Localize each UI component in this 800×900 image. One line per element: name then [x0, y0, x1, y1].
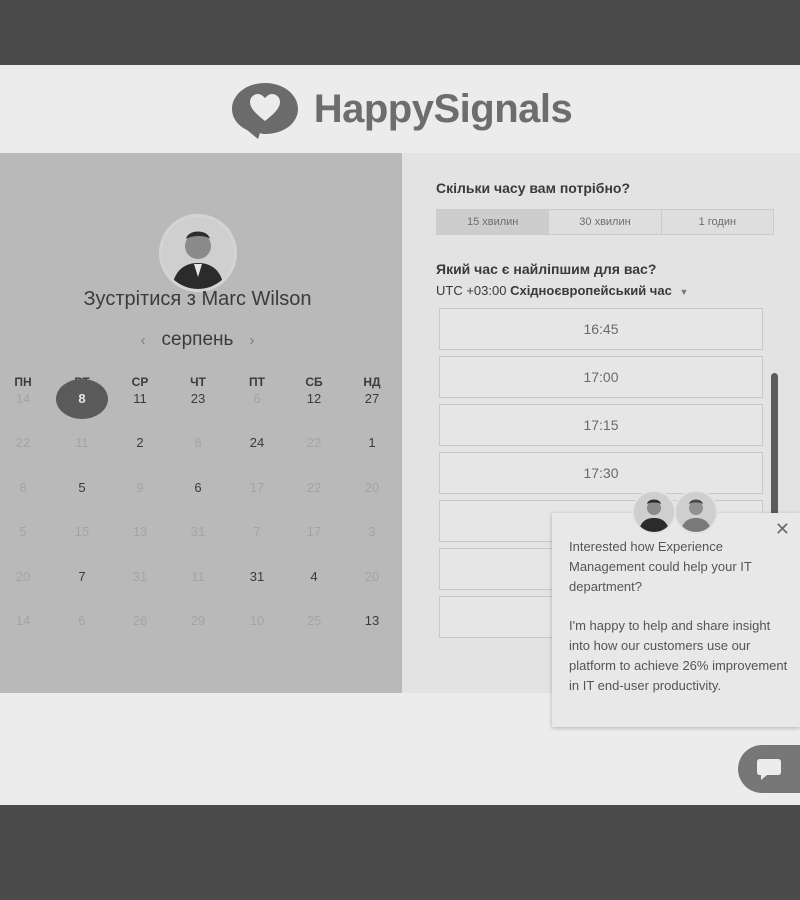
calendar-day: 31: [190, 524, 206, 539]
calendar-day: 20: [364, 569, 380, 584]
chevron-right-icon[interactable]: ›: [249, 332, 254, 349]
month-label: серпень: [161, 329, 234, 350]
calendar-day: 10: [249, 613, 265, 628]
agent-avatar-2: [674, 490, 718, 534]
calendar-day: 17: [306, 524, 322, 539]
weekday-header: ЧТ: [190, 375, 206, 389]
calendar-day[interactable]: 11: [120, 391, 160, 407]
calendar-day: 22: [306, 480, 322, 495]
calendar-day[interactable]: 6: [178, 480, 218, 496]
calendar-day[interactable]: 13: [352, 613, 392, 629]
page: HappySignals Зустрітися з Marc Wilson ‹ …: [0, 65, 800, 805]
calendar-day[interactable]: 5: [62, 480, 102, 496]
calendar-day: 20: [364, 480, 380, 495]
person-icon: [162, 217, 234, 289]
weekday-header: СБ: [305, 375, 323, 389]
timezone-offset: UTC +03:00: [436, 283, 507, 298]
time-slot-button[interactable]: 17:15: [439, 404, 763, 446]
agent-avatars: [632, 490, 722, 534]
weekday-header: ПТ: [249, 375, 265, 389]
time-slot-button[interactable]: 17:30: [439, 452, 763, 494]
calendar-day[interactable]: 2: [120, 435, 160, 451]
popup-message: Interested how Experience Management cou…: [569, 537, 791, 695]
heart-speech-bubble-icon: [231, 83, 298, 139]
calendar-day-selected[interactable]: 8: [62, 391, 102, 407]
calendar-day: 14: [15, 613, 31, 628]
header: HappySignals: [0, 65, 800, 153]
chat-launcher-button[interactable]: [738, 745, 800, 793]
host-title: Зустрітися з Marc Wilson: [83, 288, 312, 310]
duration-option[interactable]: 1 годин: [662, 210, 773, 234]
agent-avatar-1: [632, 490, 676, 534]
calendar-day: 9: [136, 480, 144, 495]
calendar-day[interactable]: 7: [62, 569, 102, 585]
weekday-header: НД: [363, 375, 381, 389]
time-slot-button[interactable]: 17:00: [439, 356, 763, 398]
calendar-day: 20: [15, 569, 31, 584]
time-question: Який час є найліпшим для вас?: [436, 261, 657, 277]
calendar-day: 8: [19, 480, 27, 495]
duration-option[interactable]: 15 хвилин: [437, 210, 550, 234]
calendar-day[interactable]: 24: [237, 435, 277, 451]
calendar-day[interactable]: 31: [237, 569, 277, 585]
calendar-day: 6: [78, 613, 86, 628]
timezone-name: Східноєвропейський час: [510, 283, 672, 298]
duration-question: Скільки часу вам потрібно?: [436, 180, 631, 196]
duration-option[interactable]: 30 хвилин: [549, 210, 662, 234]
calendar-day: 6: [253, 391, 261, 406]
calendar-day: 29: [190, 613, 206, 628]
duration-selector: 15 хвилин 30 хвилин 1 годин: [436, 209, 774, 235]
calendar-day[interactable]: 4: [294, 569, 334, 585]
person-icon: [676, 492, 716, 532]
calendar-day[interactable]: 27: [352, 391, 392, 407]
chevron-left-icon[interactable]: ‹: [141, 332, 146, 349]
time-slot-button[interactable]: 16:45: [439, 308, 763, 350]
calendar-day: 11: [191, 569, 205, 584]
calendar-day: 5: [19, 524, 27, 539]
calendar-day: 8: [194, 435, 202, 450]
brand-logo[interactable]: HappySignals: [228, 77, 573, 141]
calendar-day: 22: [15, 435, 31, 450]
brand-name: HappySignals: [313, 86, 573, 131]
weekday-header: ПН: [14, 375, 32, 389]
weekday-header: СР: [131, 375, 149, 389]
calendar-day: 15: [74, 524, 90, 539]
calendar-day: 17: [249, 480, 265, 495]
calendar-day: 26: [132, 613, 148, 628]
calendar-day: 7: [253, 524, 261, 539]
calendar-day: 14: [15, 391, 31, 406]
popup-message-body: I'm happy to help and share insight into…: [569, 618, 788, 693]
calendar-day: 22: [306, 435, 322, 450]
chat-bubble-icon: [757, 759, 781, 780]
calendar-panel: Зустрітися з Marc Wilson ‹ серпень › ПНВ…: [0, 153, 402, 693]
calendar-day: 13: [132, 524, 148, 539]
month-navigation: ‹ серпень ›: [0, 329, 395, 351]
calendar-day[interactable]: 12: [294, 391, 334, 407]
timezone-selector[interactable]: UTC +03:00 Східноєвропейський час ▼: [436, 283, 688, 298]
person-icon: [634, 492, 674, 532]
calendar-day[interactable]: 23: [178, 391, 218, 407]
popup-message-intro: Interested how Experience Management cou…: [569, 539, 752, 594]
calendar-day: 3: [368, 524, 376, 539]
host-avatar: [159, 214, 237, 292]
calendar-day[interactable]: 1: [352, 435, 392, 451]
calendar-day: 25: [306, 613, 322, 628]
caret-down-icon: ▼: [679, 287, 689, 297]
chat-popup: ✕ Interested how Experience Management c…: [552, 513, 800, 727]
calendar-day: 31: [132, 569, 148, 584]
calendar-day: 11: [75, 435, 89, 450]
